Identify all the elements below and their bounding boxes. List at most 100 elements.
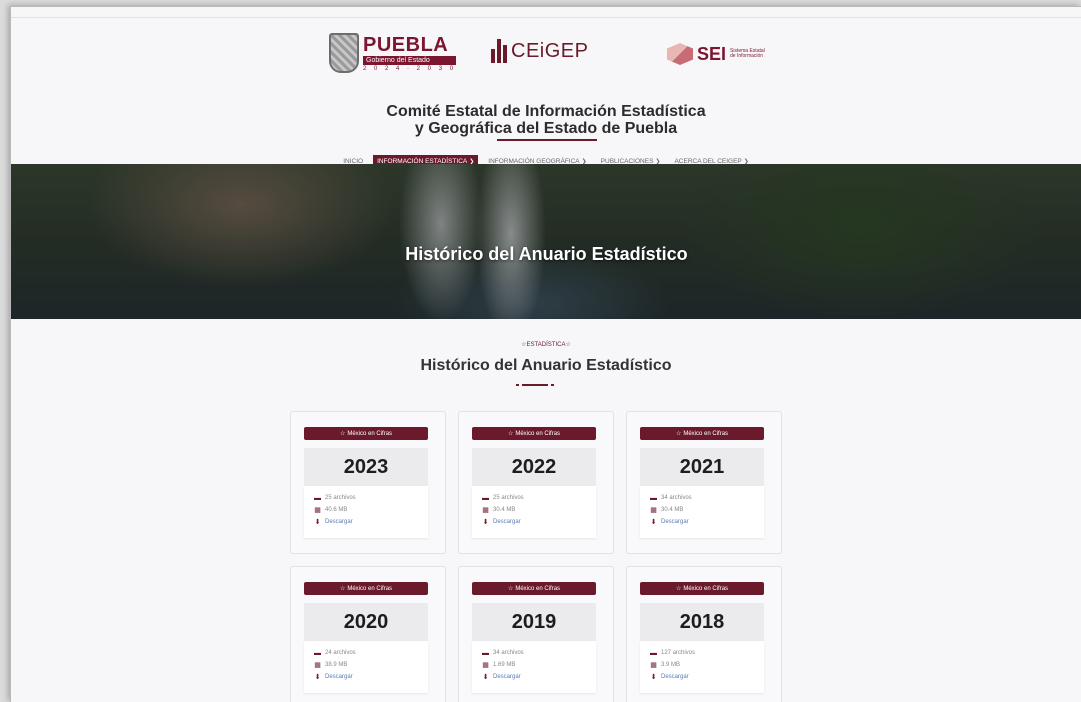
file-count-label: 25 archivos — [493, 495, 524, 501]
category-badge-label: México en Cifras — [347, 430, 393, 437]
card-year: 2021 — [640, 448, 764, 486]
card-year: 2022 — [472, 448, 596, 486]
puebla-logo[interactable]: PUEBLA Gobierno del Estado 2 0 2 4 · 2 0… — [329, 33, 457, 73]
download-link[interactable]: ⬇ Descargar — [482, 671, 596, 683]
yearbook-card-2018: ☆ México en Cifras 2018 ▬ 127 archivos ▦… — [626, 566, 782, 702]
download-icon: ⬇ — [650, 674, 657, 681]
organization-title: Comité Estatal de Información Estadístic… — [11, 103, 1081, 137]
folder-icon: ▬ — [482, 494, 489, 502]
section-title: Histórico del Anuario Estadístico — [420, 357, 672, 374]
file-size-label: 30.4 MB — [661, 507, 684, 513]
file-count-label: 34 archivos — [661, 495, 692, 501]
download-label[interactable]: Descargar — [493, 519, 521, 525]
category-badge-label: México en Cifras — [347, 585, 393, 592]
file-size-label: 38.9 MB — [325, 662, 348, 668]
yearbook-card-2019: ☆ México en Cifras 2019 ▬ 34 archivos ▦ … — [458, 566, 614, 702]
card-year: 2020 — [304, 603, 428, 641]
yearbook-grid: ☆ México en Cifras 2023 ▬ 25 archivos ▦ … — [290, 411, 782, 702]
file-count: ▬ 127 archivos — [650, 647, 764, 659]
card-meta: ▬ 127 archivos ▦ 3.9 MB ⬇ Descargar — [640, 641, 764, 693]
browser-page: PUEBLA Gobierno del Estado 2 0 2 4 · 2 0… — [10, 6, 1081, 702]
file-icon: ▦ — [314, 507, 321, 514]
file-icon: ▦ — [650, 662, 657, 669]
title-underline — [497, 139, 597, 141]
puebla-logo-years: 2 0 2 4 · 2 0 3 0 — [363, 65, 457, 72]
file-size: ▦ 30.4 MB — [650, 504, 764, 516]
download-label[interactable]: Descargar — [661, 674, 689, 680]
section-eyebrow-label: ESTADÍSTICA — [526, 342, 566, 348]
category-badge: ☆ México en Cifras — [472, 427, 596, 440]
card-year: 2019 — [472, 603, 596, 641]
category-badge-label: México en Cifras — [683, 585, 729, 592]
file-size-label: 30.4 MB — [493, 507, 516, 513]
download-icon: ⬇ — [482, 519, 489, 526]
file-count-label: 34 archivos — [493, 650, 524, 656]
category-badge-label: México en Cifras — [515, 430, 561, 437]
folder-icon: ▬ — [650, 494, 657, 502]
file-size-label: 3.9 MB — [661, 662, 681, 668]
folder-icon: ▬ — [482, 649, 489, 657]
star-icon: ☆ — [339, 586, 346, 592]
star-icon: ☆ — [675, 586, 682, 592]
folder-icon: ▬ — [650, 649, 657, 657]
star-icon: ☆ — [507, 431, 514, 437]
category-badge-label: México en Cifras — [515, 585, 561, 592]
file-icon: ▦ — [482, 662, 489, 669]
file-count-label: 127 archivos — [661, 650, 696, 656]
download-link[interactable]: ⬇ Descargar — [314, 516, 428, 528]
download-icon: ⬇ — [314, 674, 321, 681]
cube-icon — [667, 43, 693, 65]
section-eyebrow: ☆ESTADÍSTICA☆ — [11, 341, 1081, 348]
puebla-logo-subtitle: Gobierno del Estado — [363, 55, 457, 65]
card-meta: ▬ 25 archivos ▦ 40.6 MB ⬇ Descargar — [304, 486, 428, 538]
organization-title-line1: Comité Estatal de Información Estadístic… — [386, 103, 706, 120]
star-icon: ☆ — [507, 586, 514, 592]
download-icon: ⬇ — [314, 519, 321, 526]
yearbook-card-2023: ☆ México en Cifras 2023 ▬ 25 archivos ▦ … — [290, 411, 446, 554]
sei-logo-name: SEI — [697, 43, 727, 64]
file-size: ▦ 3.9 MB — [650, 659, 764, 671]
download-label[interactable]: Descargar — [325, 674, 353, 680]
card-year: 2018 — [640, 603, 764, 641]
ceigep-logo[interactable]: CEiGEP — [491, 39, 588, 63]
download-label[interactable]: Descargar — [325, 519, 353, 525]
file-size-label: 1.69 MB — [493, 662, 516, 668]
file-count: ▬ 25 archivos — [314, 492, 428, 504]
sei-logo-subtitle: Sistema Estatal de Información — [730, 47, 765, 59]
sei-logo[interactable]: SEI Sistema Estatal de Información — [667, 43, 770, 65]
puebla-logo-name: PUEBLA — [363, 33, 449, 56]
category-badge: ☆ México en Cifras — [304, 427, 428, 440]
file-icon: ▦ — [314, 662, 321, 669]
ceigep-logo-name: CEiGEP — [511, 40, 589, 62]
file-count: ▬ 25 archivos — [482, 492, 596, 504]
hero-title: Histórico del Anuario Estadístico — [405, 244, 688, 264]
organization-title-line2: y Geográfica del Estado de Puebla — [414, 120, 678, 137]
category-badge: ☆ México en Cifras — [304, 582, 428, 595]
download-link[interactable]: ⬇ Descargar — [314, 671, 428, 683]
file-count: ▬ 34 archivos — [482, 647, 596, 659]
header-logos: PUEBLA Gobierno del Estado 2 0 2 4 · 2 0… — [11, 29, 1081, 79]
star-icon: ☆ — [675, 431, 682, 437]
card-meta: ▬ 24 archivos ▦ 38.9 MB ⬇ Descargar — [304, 641, 428, 693]
ceigep-bars-icon — [491, 39, 507, 63]
file-icon: ▦ — [650, 507, 657, 514]
file-size: ▦ 1.69 MB — [482, 659, 596, 671]
yearbook-card-2020: ☆ México en Cifras 2020 ▬ 24 archivos ▦ … — [290, 566, 446, 702]
file-count: ▬ 24 archivos — [314, 647, 428, 659]
download-label[interactable]: Descargar — [661, 519, 689, 525]
download-label[interactable]: Descargar — [493, 674, 521, 680]
section-underline — [516, 384, 554, 386]
star-icon: ☆ — [565, 342, 571, 348]
download-icon: ⬇ — [482, 674, 489, 681]
download-link[interactable]: ⬇ Descargar — [650, 516, 764, 528]
file-size-label: 40.6 MB — [325, 507, 348, 513]
download-link[interactable]: ⬇ Descargar — [650, 671, 764, 683]
card-meta: ▬ 34 archivos ▦ 1.69 MB ⬇ Descargar — [472, 641, 596, 693]
file-size: ▦ 40.6 MB — [314, 504, 428, 516]
top-divider — [11, 17, 1081, 18]
category-badge: ☆ México en Cifras — [640, 427, 764, 440]
category-badge: ☆ México en Cifras — [640, 582, 764, 595]
download-link[interactable]: ⬇ Descargar — [482, 516, 596, 528]
yearbook-card-2022: ☆ México en Cifras 2022 ▬ 25 archivos ▦ … — [458, 411, 614, 554]
file-count-label: 24 archivos — [325, 650, 356, 656]
